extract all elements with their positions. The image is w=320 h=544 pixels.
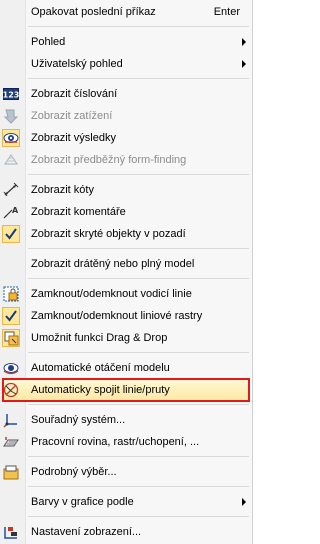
menu-item-label: Opakovat poslední příkaz bbox=[31, 6, 156, 18]
submenu-arrow-icon bbox=[242, 38, 246, 46]
display-settings-icon bbox=[3, 524, 19, 540]
menu-item-label: Automatické otáčení modelu bbox=[31, 362, 170, 374]
separator bbox=[28, 456, 249, 457]
lock-guidelines-icon bbox=[3, 286, 19, 302]
svg-text:123: 123 bbox=[3, 91, 19, 100]
separator bbox=[28, 516, 249, 517]
svg-text:A: A bbox=[12, 206, 19, 215]
shortcut-label: Enter bbox=[213, 6, 240, 18]
menu-item-wireframe-or-solid[interactable]: Zobrazit drátěný nebo plný model bbox=[0, 253, 252, 275]
separator bbox=[28, 404, 249, 405]
coordinate-system-icon bbox=[3, 412, 19, 428]
menu-item-label: Zamknout/odemknout vodicí linie bbox=[31, 288, 192, 300]
menu-item-auto-rotate[interactable]: Automatické otáčení modelu bbox=[0, 357, 252, 379]
menu-item-coordinate-system[interactable]: Souřadný systém... bbox=[0, 409, 252, 431]
menu-item-label: Zobrazit číslování bbox=[31, 88, 118, 100]
menu-item-work-plane[interactable]: Pracovní rovina, rastr/uchopení, ... bbox=[0, 431, 252, 453]
menu-item-label: Zobrazit zatížení bbox=[31, 110, 113, 122]
menu-item-show-form-finding[interactable]: Zobrazit předběžný form-finding bbox=[0, 149, 252, 171]
drag-drop-icon bbox=[3, 330, 19, 346]
menu-item-lock-line-grids[interactable]: Zamknout/odemknout liniové rastry bbox=[0, 305, 252, 327]
menu-item-view[interactable]: Pohled bbox=[0, 31, 252, 53]
separator bbox=[28, 486, 249, 487]
comments-icon: A bbox=[3, 204, 19, 220]
menu-item-repeat-last-command[interactable]: Opakovat poslední příkaz Enter bbox=[0, 1, 252, 23]
menu-item-label: Pracovní rovina, rastr/uchopení, ... bbox=[31, 436, 200, 448]
detailed-selection-icon bbox=[3, 464, 19, 480]
work-plane-icon bbox=[3, 434, 19, 450]
menu-item-auto-connect-lines[interactable]: Automaticky spojit linie/pruty bbox=[2, 378, 250, 402]
numbering-icon: 123 bbox=[3, 86, 19, 102]
separator bbox=[28, 248, 249, 249]
context-menu: Opakovat poslední příkaz Enter Pohled Už… bbox=[0, 0, 253, 544]
menu-item-graphics-colors[interactable]: Barvy v grafice podle bbox=[0, 491, 252, 513]
submenu-arrow-icon bbox=[242, 60, 246, 68]
menu-item-detailed-selection[interactable]: Podrobný výběr... bbox=[0, 461, 252, 483]
menu-item-show-comments[interactable]: A Zobrazit komentáře bbox=[0, 201, 252, 223]
menu-item-display-settings[interactable]: Nastavení zobrazení... bbox=[0, 521, 252, 543]
menu-item-label: Pohled bbox=[31, 36, 66, 48]
menu-item-label: Automaticky spojit linie/pruty bbox=[31, 384, 170, 396]
separator bbox=[28, 352, 249, 353]
menu-item-show-dimensions[interactable]: Zobrazit kóty bbox=[0, 179, 252, 201]
checkmark-icon bbox=[3, 226, 19, 242]
menu-item-user-view[interactable]: Uživatelský pohled bbox=[0, 53, 252, 75]
menu-item-label: Zobrazit kóty bbox=[31, 184, 94, 196]
menu-item-label: Zobrazit komentáře bbox=[31, 206, 126, 218]
checkmark-icon bbox=[3, 308, 19, 324]
results-eye-icon bbox=[3, 130, 19, 146]
menu-item-drag-and-drop[interactable]: Umožnit funkci Drag & Drop bbox=[0, 327, 252, 349]
menu-item-label: Nastavení zobrazení... bbox=[31, 526, 142, 538]
menu-item-label: Uživatelský pohled bbox=[31, 58, 123, 70]
loads-icon bbox=[3, 108, 19, 124]
menu-item-show-hidden-objects[interactable]: Zobrazit skryté objekty v pozadí bbox=[0, 223, 252, 245]
separator bbox=[28, 174, 249, 175]
separator bbox=[28, 26, 249, 27]
menu-item-label: Zobrazit předběžný form-finding bbox=[31, 154, 187, 166]
menu-item-show-numbering[interactable]: 123 Zobrazit číslování bbox=[0, 83, 252, 105]
menu-item-label: Zobrazit skryté objekty v pozadí bbox=[31, 228, 186, 240]
menu-item-show-results[interactable]: Zobrazit výsledky bbox=[0, 127, 252, 149]
rotate-eye-icon bbox=[3, 360, 19, 376]
menu-item-lock-guidelines[interactable]: Zamknout/odemknout vodicí linie bbox=[0, 283, 252, 305]
menu-item-label: Umožnit funkci Drag & Drop bbox=[31, 332, 168, 344]
menu-item-label: Souřadný systém... bbox=[31, 414, 126, 426]
separator bbox=[28, 78, 249, 79]
menu-item-label: Zobrazit drátěný nebo plný model bbox=[31, 258, 195, 270]
submenu-arrow-icon bbox=[242, 498, 246, 506]
dimensions-icon bbox=[3, 182, 19, 198]
separator bbox=[28, 278, 249, 279]
menu-item-label: Barvy v grafice podle bbox=[31, 496, 134, 508]
auto-connect-icon bbox=[3, 382, 19, 398]
form-finding-icon bbox=[3, 152, 19, 168]
menu-item-label: Zobrazit výsledky bbox=[31, 132, 116, 144]
menu-item-show-loads[interactable]: Zobrazit zatížení bbox=[0, 105, 252, 127]
menu-item-label: Zamknout/odemknout liniové rastry bbox=[31, 310, 203, 322]
menu-item-label: Podrobný výběr... bbox=[31, 466, 117, 478]
